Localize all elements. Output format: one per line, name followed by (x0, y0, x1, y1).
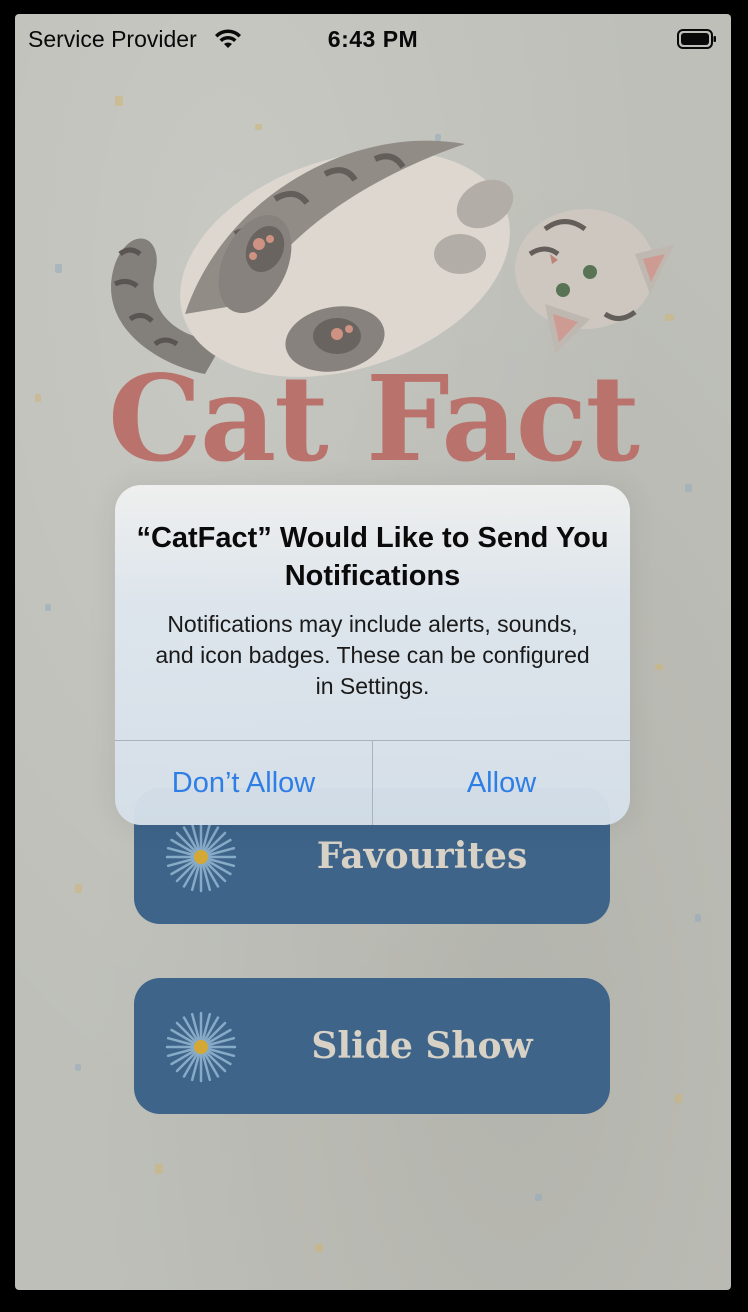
alert-title: “CatFact” Would Like to Send You Notific… (136, 522, 609, 592)
allow-button[interactable]: Allow (373, 741, 630, 825)
dont-allow-button[interactable]: Don’t Allow (115, 741, 372, 825)
notification-permission-alert: “CatFact” Would Like to Send You Notific… (115, 485, 630, 825)
app-screen: Service Provider 6:43 PM Cat Fact Favour… (15, 14, 731, 1290)
alert-message: Notifications may include alerts, sounds… (155, 611, 590, 699)
